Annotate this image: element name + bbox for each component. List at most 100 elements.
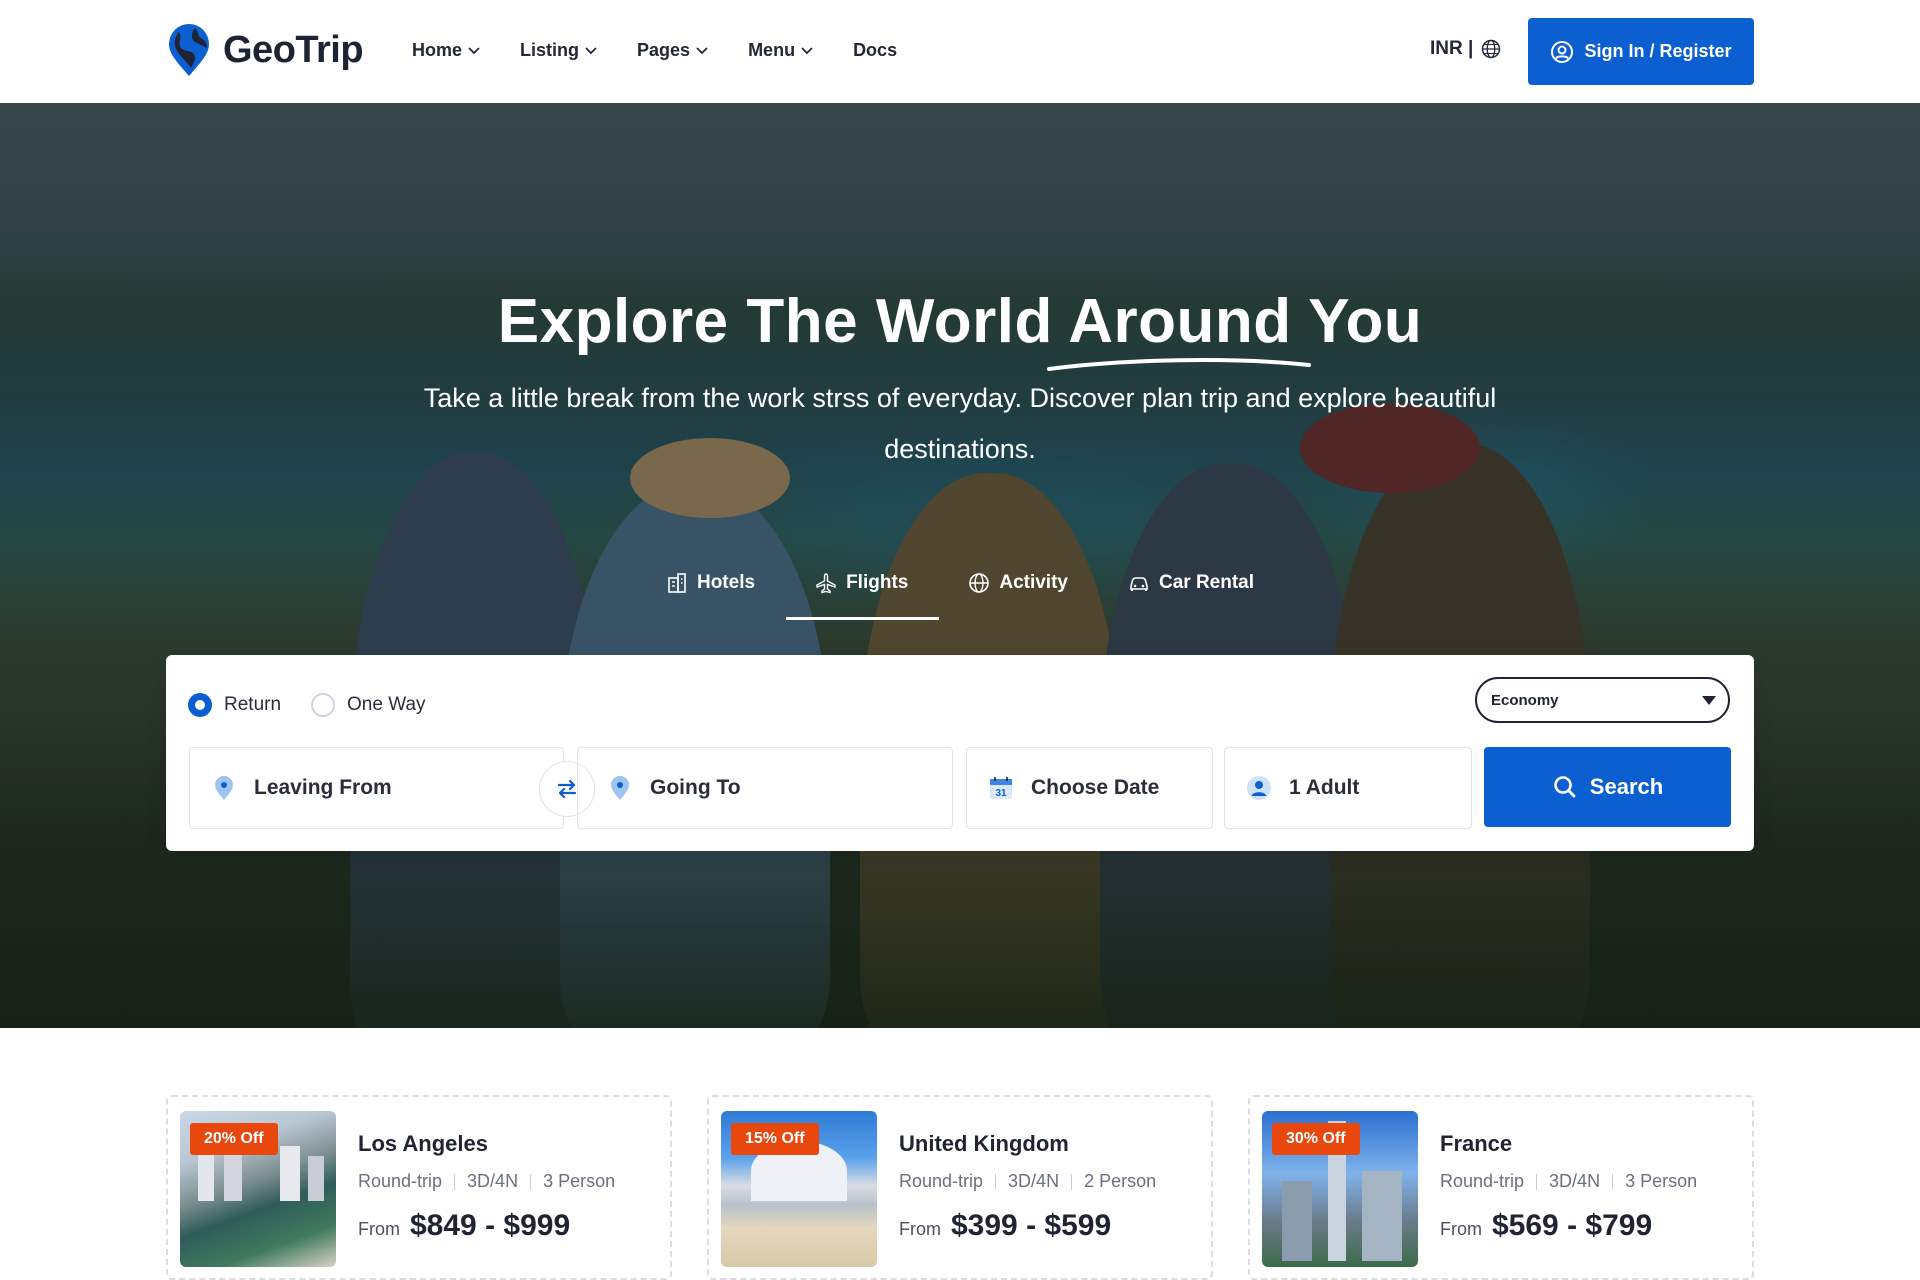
travellers-value: 1 Adult	[1289, 776, 1360, 799]
hotel-icon	[668, 573, 686, 593]
price-range: $849 - $999	[410, 1209, 571, 1242]
nav-item-label: Listing	[520, 40, 580, 60]
deal-price: From $399 - $599	[899, 1209, 1111, 1243]
going-to-field[interactable]: Going To	[577, 747, 953, 829]
building-shape	[1362, 1171, 1402, 1261]
nav-item-listing[interactable]: Listing	[520, 40, 597, 61]
divider	[1612, 1173, 1614, 1190]
price-range: $399 - $599	[951, 1209, 1112, 1242]
radio-label: One Way	[347, 694, 426, 715]
deal-persons: 3 Person	[1625, 1171, 1698, 1191]
deal-image[interactable]: 15% Off	[721, 1111, 877, 1267]
deal-title[interactable]: France	[1440, 1131, 1512, 1157]
booking-tabs: Hotels Flights Activity Car Rental	[0, 563, 1920, 603]
deal-trip-type: Round-trip	[358, 1171, 443, 1191]
date-placeholder: Choose Date	[1031, 776, 1160, 799]
deal-title[interactable]: United Kingdom	[899, 1131, 1069, 1157]
nav-item-docs[interactable]: Docs	[853, 40, 897, 61]
car-icon	[1130, 577, 1148, 591]
leaving-from-field[interactable]: Leaving From	[189, 747, 564, 829]
trip-type-return[interactable]: Return	[188, 693, 281, 717]
tab-hotels[interactable]: Hotels	[636, 563, 785, 603]
calendar-icon: 31	[990, 777, 1012, 799]
flight-search-form: Return One Way Economy Leaving From Goin…	[166, 655, 1754, 851]
discount-badge: 20% Off	[190, 1123, 278, 1155]
sign-in-register-button[interactable]: Sign In / Register	[1528, 18, 1754, 85]
caret-down-icon	[1702, 695, 1716, 705]
tab-activity[interactable]: Activity	[938, 563, 1098, 603]
currency-label: INR |	[1430, 38, 1474, 59]
plane-icon	[816, 573, 836, 594]
hero-section: Explore The World Around You Take a litt…	[0, 103, 1920, 1028]
deal-title[interactable]: Los Angeles	[358, 1131, 488, 1157]
divider	[530, 1173, 532, 1190]
search-icon	[1553, 776, 1576, 798]
deal-card-los-angeles[interactable]: 20% Off Los Angeles Round-trip 3D/4N 3 P…	[166, 1095, 672, 1280]
brand-logo[interactable]: GeoTrip	[165, 22, 364, 78]
date-picker-field[interactable]: 31 Choose Date	[966, 747, 1213, 829]
deal-persons: 2 Person	[1084, 1171, 1157, 1191]
nav-item-menu[interactable]: Menu	[748, 40, 813, 61]
sign-in-label: Sign In / Register	[1584, 41, 1732, 61]
price-from-label: From	[1440, 1219, 1482, 1239]
deal-image[interactable]: 30% Off	[1262, 1111, 1418, 1267]
calendar-day-text: 31	[995, 788, 1007, 799]
chevron-down-icon	[801, 46, 813, 54]
discount-badge: 30% Off	[1272, 1123, 1360, 1155]
currency-selector[interactable]: INR |	[1430, 38, 1501, 60]
search-button-label: Search	[1589, 774, 1664, 799]
discount-badge: 15% Off	[731, 1123, 819, 1155]
user-circle-icon	[1551, 40, 1574, 63]
nav-item-label: Home	[412, 40, 463, 60]
deal-image[interactable]: 20% Off	[180, 1111, 336, 1267]
deal-card-france[interactable]: 30% Off France Round-trip 3D/4N 3 Person…	[1248, 1095, 1754, 1280]
hero-title: Explore The World Around You	[497, 287, 1423, 356]
deal-meta: Round-trip 3D/4N 3 Person	[1440, 1171, 1697, 1192]
main-nav: Home Listing Pages Menu Docs	[412, 40, 897, 61]
title-underline-swoosh	[1047, 358, 1311, 371]
radio-unselected[interactable]	[311, 693, 336, 717]
deal-duration: 3D/4N	[467, 1171, 519, 1191]
divider	[995, 1173, 997, 1190]
deal-duration: 3D/4N	[1008, 1171, 1060, 1191]
deal-card-united-kingdom[interactable]: 15% Off United Kingdom Round-trip 3D/4N …	[707, 1095, 1213, 1280]
tab-label: Activity	[999, 572, 1068, 593]
site-header: GeoTrip Home Listing Pages Menu Docs INR…	[0, 0, 1920, 103]
nav-item-label: Docs	[853, 40, 898, 60]
building-shape	[1282, 1181, 1312, 1261]
price-range: $569 - $799	[1492, 1209, 1653, 1242]
travellers-field[interactable]: 1 Adult	[1224, 747, 1472, 829]
deals-section: 20% Off Los Angeles Round-trip 3D/4N 3 P…	[0, 1095, 1920, 1280]
building-shape	[280, 1146, 300, 1201]
deal-price: From $569 - $799	[1440, 1209, 1652, 1243]
divider	[1536, 1173, 1538, 1190]
building-shape	[308, 1156, 324, 1201]
deal-duration: 3D/4N	[1549, 1171, 1601, 1191]
price-from-label: From	[899, 1219, 941, 1239]
divider	[1071, 1173, 1073, 1190]
nav-item-label: Pages	[637, 40, 691, 60]
nav-item-home[interactable]: Home	[412, 40, 480, 61]
chevron-down-icon	[585, 46, 597, 54]
globe-icon	[1482, 39, 1501, 59]
nav-item-label: Menu	[748, 40, 796, 60]
deal-persons: 3 Person	[543, 1171, 616, 1191]
tab-label: Hotels	[696, 572, 756, 593]
deal-trip-type: Round-trip	[1440, 1171, 1525, 1191]
tab-car-rental[interactable]: Car Rental	[1098, 563, 1284, 603]
tab-flights[interactable]: Flights	[785, 563, 938, 603]
price-from-label: From	[358, 1219, 400, 1239]
cabin-class-select[interactable]: Economy	[1475, 677, 1730, 723]
nav-item-pages[interactable]: Pages	[637, 40, 708, 61]
map-pin-icon	[611, 776, 629, 800]
deal-meta: Round-trip 3D/4N 3 Person	[358, 1171, 615, 1192]
deal-meta: Round-trip 3D/4N 2 Person	[899, 1171, 1156, 1192]
cabin-class-value: Economy	[1491, 691, 1559, 709]
deal-trip-type: Round-trip	[899, 1171, 984, 1191]
deal-price: From $849 - $999	[358, 1209, 570, 1243]
search-button[interactable]: Search	[1484, 747, 1731, 827]
brand-name: GeoTrip	[223, 28, 364, 71]
radio-selected[interactable]	[188, 693, 212, 717]
trip-type-one-way[interactable]: One Way	[311, 693, 426, 717]
tab-label: Flights	[846, 572, 909, 593]
